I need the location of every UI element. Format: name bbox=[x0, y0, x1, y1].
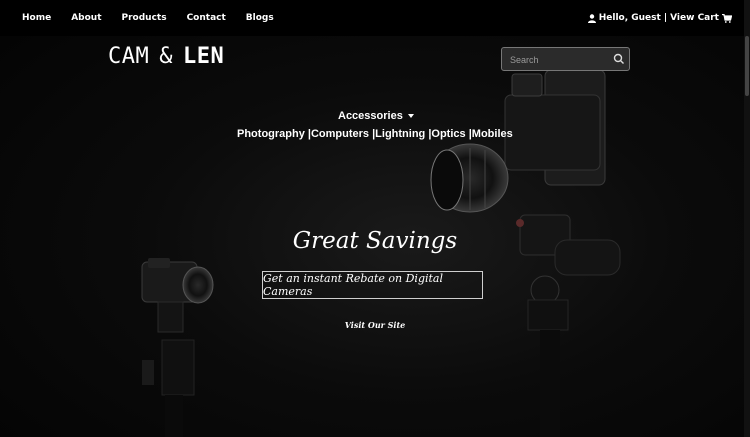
accessories-dropdown-toggle[interactable]: Accessories bbox=[338, 110, 414, 122]
cart-icon[interactable] bbox=[722, 13, 732, 23]
logo-part-cam: CAM bbox=[108, 44, 150, 69]
logo-part-len: LEN bbox=[183, 44, 225, 69]
hero-headline: Great Savings bbox=[292, 228, 458, 254]
menu-item-lightning[interactable]: Lightning | bbox=[375, 128, 431, 140]
view-cart-link[interactable]: View Cart bbox=[670, 13, 719, 23]
scrollbar[interactable] bbox=[744, 0, 750, 437]
menu-item-photography[interactable]: Photography | bbox=[237, 128, 311, 140]
account-area: Hello, Guest | View Cart bbox=[587, 12, 732, 24]
user-icon bbox=[587, 13, 596, 23]
search-input[interactable] bbox=[508, 51, 612, 69]
nav-home[interactable]: Home bbox=[22, 11, 51, 25]
nav-products[interactable]: Products bbox=[122, 11, 167, 25]
menu-item-computers[interactable]: Computers | bbox=[311, 128, 375, 140]
greeting-text: Hello, Guest bbox=[598, 13, 661, 23]
search-box bbox=[501, 47, 630, 71]
nav-blogs[interactable]: Blogs bbox=[246, 11, 274, 25]
search-icon[interactable] bbox=[613, 53, 625, 65]
visit-site-link[interactable]: Visit Our Site bbox=[0, 320, 750, 330]
nav-links: Home About Products Contact Blogs bbox=[22, 11, 294, 25]
nav-contact[interactable]: Contact bbox=[187, 11, 226, 25]
top-navbar: Home About Products Contact Blogs Hello,… bbox=[0, 0, 750, 36]
rebate-banner: Get an instant Rebate on Digital Cameras bbox=[262, 271, 483, 299]
site-logo[interactable]: CAM & LEN bbox=[108, 44, 224, 69]
accessories-menu: Photography | Computers | Lightning | Op… bbox=[237, 128, 513, 140]
separator: | bbox=[663, 13, 668, 23]
menu-item-mobiles[interactable]: Mobiles bbox=[472, 128, 513, 140]
scrollbar-thumb[interactable] bbox=[745, 36, 749, 96]
accessories-label: Accessories bbox=[338, 110, 403, 122]
caret-down-icon bbox=[407, 114, 414, 119]
nav-about[interactable]: About bbox=[71, 11, 101, 25]
menu-item-optics[interactable]: Optics | bbox=[431, 128, 471, 140]
logo-ampersand: & bbox=[159, 44, 173, 69]
